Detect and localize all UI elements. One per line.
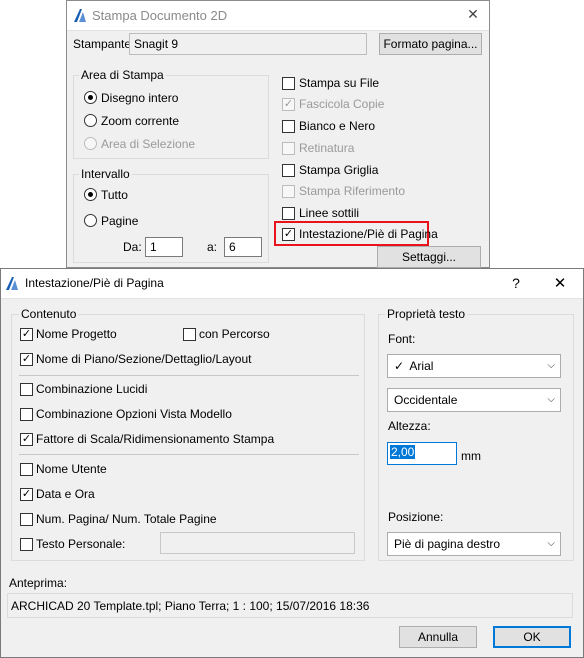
checkbox-linee-sottili[interactable] [282, 207, 295, 220]
checkbox-nome-piano[interactable]: ✓ [20, 353, 33, 366]
chevron-down-icon: ⌵ [547, 394, 555, 405]
checkbox-fattore-scala-label: Fattore di Scala/Ridimensionamento Stamp… [36, 432, 275, 446]
content-legend: Contenuto [19, 307, 79, 321]
ok-button[interactable]: OK [493, 626, 571, 648]
checkbox-intestazione[interactable]: ✓ [282, 228, 295, 241]
checkbox-stampa-griglia-label: Stampa Griglia [299, 163, 379, 177]
chevron-down-icon: ⌵ [547, 360, 555, 371]
checkbox-combinazione-lucidi-label: Combinazione Lucidi [36, 382, 148, 396]
header-footer-dialog: Intestazione/Piè di Pagina ? ✕ Contenuto… [0, 268, 584, 658]
checkbox-con-percorso[interactable] [183, 328, 196, 341]
radio-tutto[interactable] [84, 188, 97, 201]
to-label: a: [207, 240, 218, 254]
from-label: Da: [123, 240, 142, 254]
radio-area-selezione-label: Area di Selezione [101, 137, 196, 151]
checkbox-opzioni-vista-label: Combinazione Opzioni Vista Modello [36, 407, 232, 421]
preview-box: ARCHICAD 20 Template.tpl; Piano Terra; 1… [7, 593, 573, 618]
interval-legend: Intervallo [79, 167, 132, 181]
checkbox-bianco-nero[interactable] [282, 120, 295, 133]
position-value: Piè di pagina destro [394, 537, 501, 551]
radio-zoom-corrente-label: Zoom corrente [101, 114, 180, 128]
font-value: Arial [409, 359, 434, 373]
checkbox-nome-utente-label: Nome Utente [36, 462, 107, 476]
font-label: Font: [388, 332, 416, 346]
height-value: 2,00 [390, 445, 416, 459]
checkbox-stampa-su-file[interactable] [282, 77, 295, 90]
checkbox-intestazione-label: Intestazione/Piè di Pagina [299, 227, 438, 241]
checkbox-stampa-riferimento [282, 185, 295, 198]
print-dialog: Stampa Documento 2D ✕ Stampante: Snagit … [66, 0, 490, 268]
checkbox-con-percorso-label: con Percorso [199, 327, 270, 341]
checkmark-icon: ✓ [394, 359, 405, 373]
help-icon[interactable]: ? [506, 275, 526, 291]
header-footer-title: Intestazione/Piè di Pagina [25, 276, 164, 290]
checkbox-nome-progetto[interactable]: ✓ [20, 328, 33, 341]
preview-label: Anteprima: [9, 576, 68, 590]
close-icon[interactable]: ✕ [463, 6, 483, 23]
print-dialog-titlebar: Stampa Documento 2D ✕ [67, 1, 489, 31]
checkbox-stampa-griglia[interactable] [282, 164, 295, 177]
charset-value: Occidentale [394, 393, 458, 407]
checkbox-stampa-su-file-label: Stampa su File [299, 76, 380, 90]
checkbox-nome-piano-label: Nome di Piano/Sezione/Dettaglio/Layout [36, 352, 252, 366]
app-logo-icon [5, 276, 19, 291]
height-unit: mm [461, 449, 481, 463]
font-select[interactable]: ✓ Arial ⌵ [387, 354, 561, 378]
checkbox-num-pagina-label: Num. Pagina/ Num. Totale Pagine [36, 512, 217, 526]
checkbox-testo-personale[interactable] [20, 538, 33, 551]
checkbox-linee-sottili-label: Linee sottili [299, 206, 360, 220]
checkbox-retinatura [282, 142, 295, 155]
radio-zoom-corrente[interactable] [84, 114, 97, 127]
header-footer-titlebar: Intestazione/Piè di Pagina ? ✕ [1, 269, 583, 299]
checkbox-combinazione-lucidi[interactable] [20, 383, 33, 396]
checkbox-fascicola-copie: ✓ [282, 98, 295, 111]
radio-area-selezione [84, 137, 97, 150]
to-field[interactable]: 6 [224, 237, 262, 257]
radio-disegno-intero-label: Disegno intero [101, 91, 179, 105]
checkbox-bianco-nero-label: Bianco e Nero [299, 119, 376, 133]
height-label: Altezza: [388, 419, 431, 433]
checkbox-nome-progetto-label: Nome Progetto [36, 327, 117, 341]
position-select[interactable]: Piè di pagina destro ⌵ [387, 532, 561, 556]
print-dialog-title: Stampa Documento 2D [92, 8, 228, 23]
close-icon[interactable]: ✕ [550, 274, 570, 292]
text-props-legend: Proprietà testo [385, 307, 468, 321]
checkbox-fattore-scala[interactable]: ✓ [20, 433, 33, 446]
custom-text-field [160, 532, 355, 554]
position-label: Posizione: [388, 510, 444, 524]
checkbox-retinatura-label: Retinatura [299, 141, 355, 155]
checkbox-stampa-riferimento-label: Stampa Riferimento [299, 184, 406, 198]
charset-select[interactable]: Occidentale ⌵ [387, 388, 561, 412]
separator [19, 454, 359, 455]
checkbox-num-pagina[interactable] [20, 513, 33, 526]
preview-text: ARCHICAD 20 Template.tpl; Piano Terra; 1… [11, 599, 370, 613]
checkbox-data-ora[interactable]: ✓ [20, 488, 33, 501]
separator [19, 375, 359, 376]
checkbox-nome-utente[interactable] [20, 463, 33, 476]
radio-pagine[interactable] [84, 214, 97, 227]
chevron-down-icon: ⌵ [547, 538, 555, 549]
radio-tutto-label: Tutto [101, 188, 128, 202]
height-field[interactable]: 2,00 [387, 442, 457, 465]
app-logo-icon [73, 8, 87, 23]
page-format-button[interactable]: Formato pagina... [379, 33, 482, 55]
print-area-legend: Area di Stampa [79, 68, 166, 82]
from-field[interactable]: 1 [145, 237, 183, 257]
settings-button[interactable]: Settaggi... [377, 246, 481, 268]
radio-pagine-label: Pagine [101, 214, 139, 228]
checkbox-data-ora-label: Data e Ora [36, 487, 95, 501]
cancel-button[interactable]: Annulla [399, 626, 477, 648]
radio-disegno-intero[interactable] [84, 91, 97, 104]
checkbox-opzioni-vista[interactable] [20, 408, 33, 421]
printer-field[interactable]: Snagit 9 [129, 33, 367, 55]
printer-label: Stampante: [73, 37, 135, 51]
checkbox-testo-personale-label: Testo Personale: [36, 537, 126, 551]
checkbox-fascicola-copie-label: Fascicola Copie [299, 97, 385, 111]
